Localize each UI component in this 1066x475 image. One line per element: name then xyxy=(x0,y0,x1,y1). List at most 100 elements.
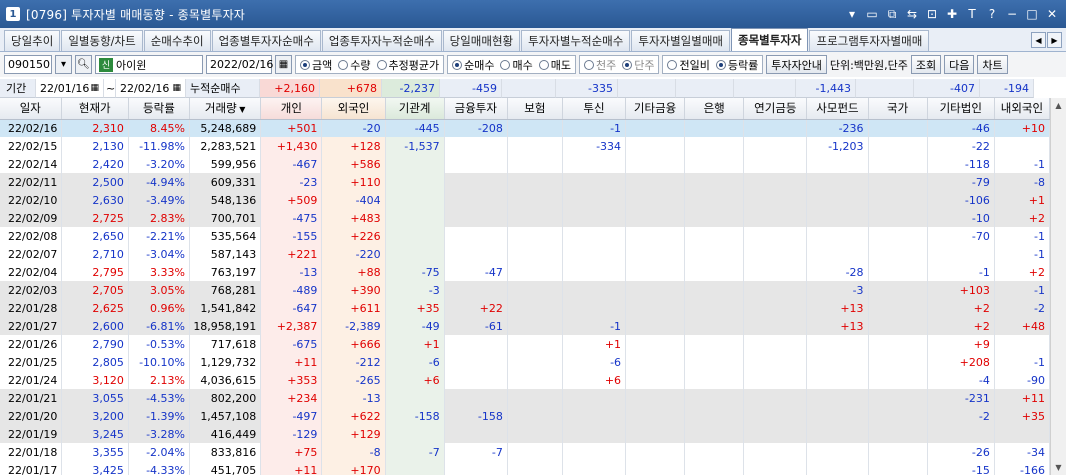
table-row[interactable]: 22/01/17 3,425 -4.33% 451,705 +11 +170 -15 -166 xyxy=(0,461,1051,475)
font-icon[interactable]: T xyxy=(964,6,980,22)
radio-prev-day[interactable]: 전일비 xyxy=(667,57,710,73)
period-from-input[interactable]: 22/01/16 ▦ xyxy=(36,79,104,98)
tab-4[interactable]: 업종별투자자순매수 xyxy=(211,30,321,51)
column-header-financial-investment[interactable]: 금융투자 xyxy=(444,98,508,120)
tab-3[interactable]: 순매수추이 xyxy=(143,30,211,51)
calendar-icon[interactable]: ▦ xyxy=(172,83,181,93)
stock-code-input[interactable]: 090150 xyxy=(4,55,52,74)
tab-5[interactable]: 업종투자자누적순매수 xyxy=(321,30,442,51)
cell-insurance xyxy=(507,173,563,191)
radio-sell[interactable]: 매도 xyxy=(538,57,571,73)
chart-button[interactable]: 차트 xyxy=(977,55,1008,74)
radio-thousand-shares[interactable]: 천주 xyxy=(583,57,616,73)
column-header-individual[interactable]: 개인 xyxy=(260,98,323,120)
column-header-pension[interactable]: 연기금등 xyxy=(743,98,808,120)
cell-foreign: +128 xyxy=(321,137,386,155)
table-row[interactable]: 22/02/04 2,795 3.33% 763,197 -13 +88 -75 -47 -28… xyxy=(0,263,1051,281)
radio-amount[interactable]: 금액 xyxy=(300,57,332,73)
column-header-other-finance[interactable]: 기타금융 xyxy=(625,98,686,120)
calendar-icon[interactable]: ▦ xyxy=(275,55,292,74)
cell-price: 3,245 xyxy=(61,425,129,443)
table-row[interactable]: 22/01/25 2,805 -10.10% 1,129,732 +11 -212 -6 -6… xyxy=(0,353,1051,371)
code-dropdown-icon[interactable]: ▾ xyxy=(55,55,72,74)
table-row[interactable]: 22/02/10 2,630 -3.49% 548,136 +509 -404 -106 +1 xyxy=(0,191,1051,209)
tab-next-icon[interactable]: ▶ xyxy=(1047,32,1062,48)
table-row[interactable]: 22/01/19 3,245 -3.28% 416,449 -129 +129 xyxy=(0,425,1051,443)
table-row[interactable]: 22/01/27 2,600 -6.81% 18,958,191 +2,387 -2,38… xyxy=(0,317,1051,335)
column-header-price[interactable]: 현재가 xyxy=(61,98,129,120)
date-input[interactable]: 2022/02/16 xyxy=(206,55,273,74)
help-icon[interactable]: ? xyxy=(984,6,1000,22)
close-icon[interactable]: ✕ xyxy=(1044,6,1060,22)
period-to-input[interactable]: 22/02/16 ▦ xyxy=(116,79,186,98)
column-header-bank[interactable]: 은행 xyxy=(684,98,745,120)
calendar-icon[interactable]: ▦ xyxy=(90,83,99,93)
cell-private-equity xyxy=(806,209,869,227)
tab-7[interactable]: 투자자별누적순매수 xyxy=(521,30,631,51)
column-header-investment-trust[interactable]: 투신 xyxy=(562,98,627,120)
sort-down-icon[interactable]: ▼ xyxy=(237,105,245,114)
screen-icon[interactable]: ▭ xyxy=(864,6,880,22)
cell-change-rate: -1.39% xyxy=(128,407,190,425)
table-row[interactable]: 22/02/11 2,500 -4.94% 609,331 -23 +110 -79 -8 xyxy=(0,173,1051,191)
radio-buy[interactable]: 매수 xyxy=(500,57,533,73)
table-row[interactable]: 22/02/09 2,725 2.83% 700,701 -475 +483 -10 +2 xyxy=(0,209,1051,227)
column-header-private-equity[interactable]: 사모펀드 xyxy=(806,98,869,120)
column-header-other-corp[interactable]: 기타법인 xyxy=(927,98,995,120)
maximize-icon[interactable]: □ xyxy=(1024,6,1040,22)
tab-6[interactable]: 당일매매현황 xyxy=(442,30,521,51)
scroll-down-icon[interactable]: ▼ xyxy=(1051,460,1066,475)
radio-net-buy[interactable]: 순매수 xyxy=(452,57,494,73)
vertical-scrollbar[interactable]: ▲ ▼ xyxy=(1050,98,1066,475)
cell-change-rate: -2.21% xyxy=(128,227,190,245)
scroll-up-icon[interactable]: ▲ xyxy=(1051,98,1066,113)
table-row[interactable]: 22/01/20 3,200 -1.39% 1,457,108 -497 +622 -158… xyxy=(0,407,1051,425)
cell-individual: +509 xyxy=(260,191,323,209)
column-header-insurance[interactable]: 보험 xyxy=(507,98,563,120)
table-row[interactable]: 22/02/15 2,130 -11.98% 2,283,521 +1,430 +128-… xyxy=(0,137,1051,155)
next-button[interactable]: 다음 xyxy=(944,55,975,74)
column-header-volume[interactable]: 거래량 ▼ xyxy=(189,98,262,120)
table-row[interactable]: 22/02/14 2,420 -3.20% 599,956 -467 +586 -118 -1 xyxy=(0,155,1051,173)
column-header-institution[interactable]: 기관계 xyxy=(385,98,445,120)
query-button[interactable]: 조회 xyxy=(910,55,942,74)
cell-price: 3,055 xyxy=(61,389,129,407)
cell-price: 2,130 xyxy=(61,137,129,155)
tab-2[interactable]: 일별동향/차트 xyxy=(61,30,143,51)
minimize-icon[interactable]: − xyxy=(1004,6,1020,22)
column-header-change-rate[interactable]: 등락률 xyxy=(128,98,190,120)
investor-guide-button[interactable]: 투자자안내 xyxy=(766,55,827,74)
tab-8[interactable]: 투자자별일별매매 xyxy=(631,30,730,51)
table-row[interactable]: 22/02/08 2,650 -2.21% 535,564 -155 +226 -70 -1 xyxy=(0,227,1051,245)
table-row[interactable]: 22/01/21 3,055 -4.53% 802,200 +234 -13 -231 +11 xyxy=(0,389,1051,407)
table-row[interactable]: 22/02/03 2,705 3.05% 768,281 -489 +390 -3 -3 +10… xyxy=(0,281,1051,299)
table-row[interactable]: 22/01/24 3,120 2.13% 4,036,615 +353 -265 +6 +6-… xyxy=(0,371,1051,389)
cell-government xyxy=(868,461,928,475)
menu-down-icon[interactable]: ▾ xyxy=(844,6,860,22)
link-icon[interactable]: ⇆ xyxy=(904,6,920,22)
tab-9[interactable]: 종목별투자자 xyxy=(731,28,809,51)
column-header-government[interactable]: 국가 xyxy=(868,98,928,120)
tab-prev-icon[interactable]: ◀ xyxy=(1031,32,1046,48)
share-unit-radio-group: 천주 단주 xyxy=(578,55,660,74)
table-row[interactable]: 22/01/26 2,790 -0.53% 717,618 -675 +666 +1 +1 +9 xyxy=(0,335,1051,353)
tab-10[interactable]: 프로그램투자자별매매 xyxy=(809,30,930,51)
search-icon[interactable]: 🔍︎ xyxy=(75,55,92,74)
stock-name-field[interactable]: 신 아이윈 xyxy=(95,55,203,74)
pin-icon[interactable]: ✚ xyxy=(944,6,960,22)
column-header-foreign[interactable]: 외국인 xyxy=(321,98,386,120)
tab-1[interactable]: 당일추이 xyxy=(4,30,61,51)
table-row[interactable]: 22/02/16 2,310 8.45% 5,248,689 +501 -20 -445 -2… xyxy=(0,119,1051,137)
radio-avg-price[interactable]: 추정평균가 xyxy=(376,57,439,73)
column-header-date[interactable]: 일자 xyxy=(0,98,62,120)
table-row[interactable]: 22/02/07 2,710 -3.04% 587,143 +221 -220 -1 xyxy=(0,245,1051,263)
lock-icon[interactable]: ⊡ xyxy=(924,6,940,22)
column-header-other-foreign[interactable]: 내외국인 xyxy=(994,98,1051,120)
table-row[interactable]: 22/01/18 3,355 -2.04% 833,816 +75 -8 -7 -7 -26 -3… xyxy=(0,443,1051,461)
new-window-icon[interactable]: ⧉ xyxy=(884,6,900,22)
radio-single-shares[interactable]: 단주 xyxy=(622,57,654,73)
radio-quantity[interactable]: 수량 xyxy=(338,57,371,73)
cell-individual: +234 xyxy=(260,389,323,407)
table-row[interactable]: 22/01/28 2,625 0.96% 1,541,842 -647 +611 +35 +2… xyxy=(0,299,1051,317)
radio-change-rate[interactable]: 등락률 xyxy=(715,57,758,73)
